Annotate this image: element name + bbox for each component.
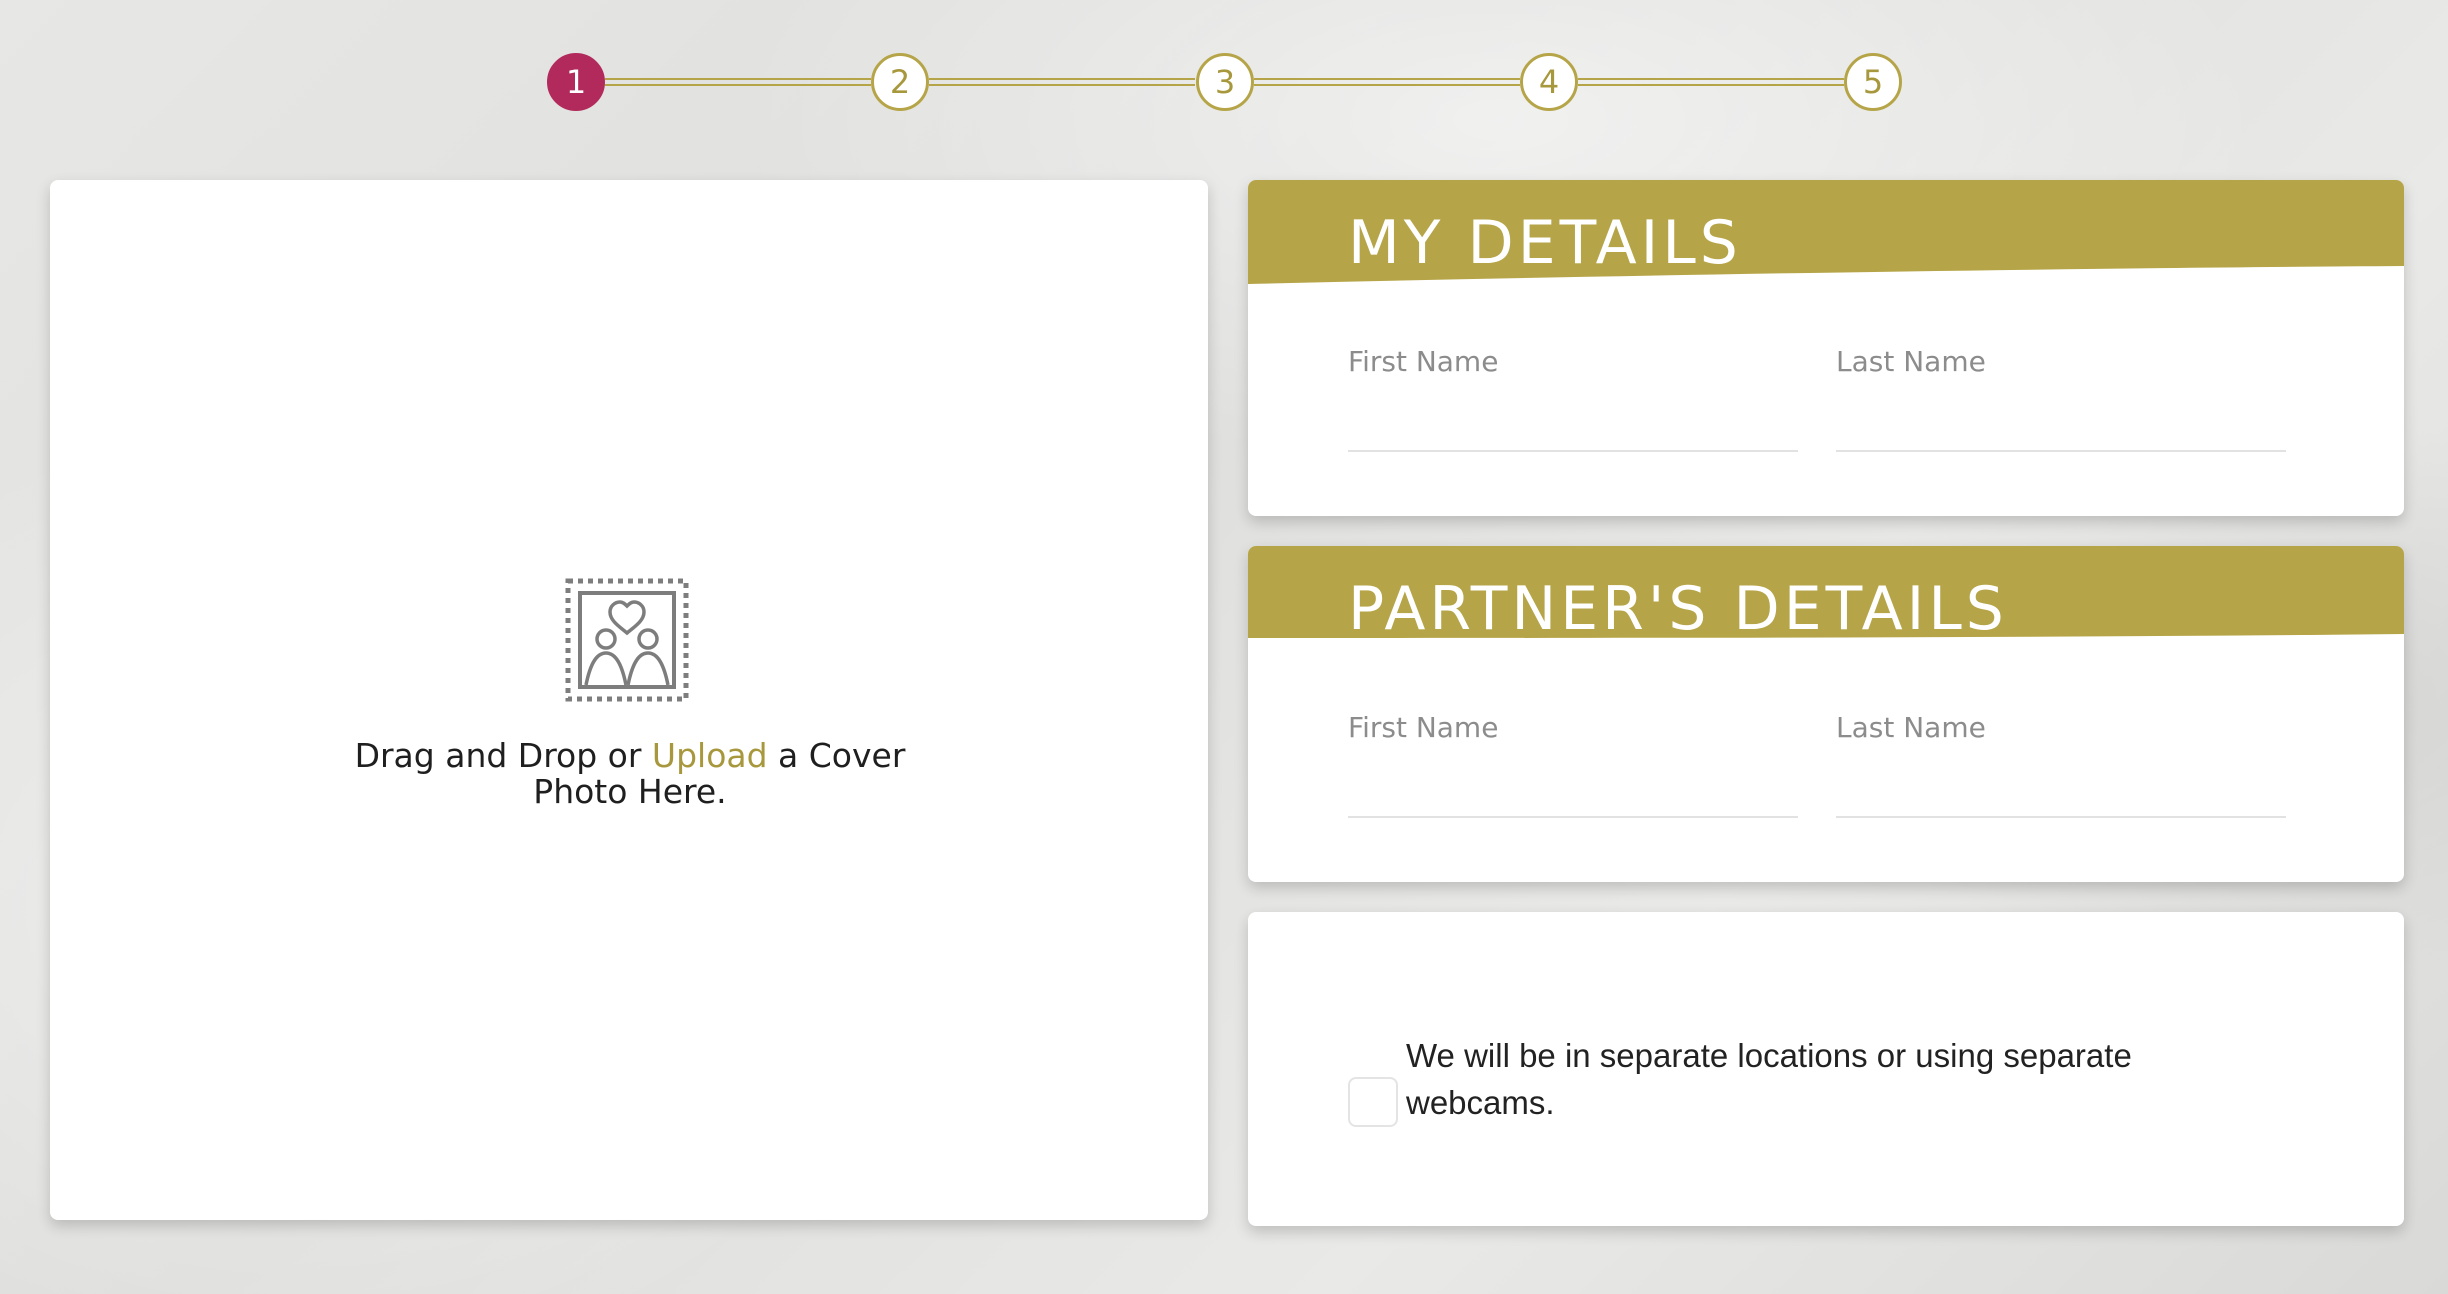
my-first-name-input[interactable] <box>1348 392 1798 452</box>
partner-first-name-field: First Name <box>1348 711 1798 818</box>
partner-details-card: PARTNER'S DETAILS First Name Last Name <box>1248 546 2404 882</box>
my-last-name-field: Last Name <box>1836 345 2286 452</box>
my-details-card: MY DETAILS First Name Last Name <box>1248 180 2404 516</box>
upload-instructions: Drag and Drop or Upload a Cover Photo He… <box>350 738 910 810</box>
step-1[interactable]: 1 <box>547 53 605 111</box>
step-connector <box>1578 78 1844 86</box>
upload-link[interactable]: Upload <box>652 736 768 775</box>
partner-last-name-label: Last Name <box>1836 711 1986 744</box>
partner-first-name-input[interactable] <box>1348 758 1798 818</box>
my-last-name-input[interactable] <box>1836 392 2286 452</box>
partner-first-name-label: First Name <box>1348 711 1499 744</box>
partner-last-name-input[interactable] <box>1836 758 2286 818</box>
cover-photo-dropzone[interactable]: Drag and Drop or Upload a Cover Photo He… <box>50 180 1208 1220</box>
my-details-title: MY DETAILS <box>1348 208 1742 278</box>
step-connector <box>1254 78 1520 86</box>
partner-details-banner: PARTNER'S DETAILS <box>1248 546 2404 656</box>
step-4[interactable]: 4 <box>1520 53 1578 111</box>
my-details-banner: MY DETAILS <box>1248 180 2404 290</box>
separate-locations-label[interactable]: We will be in separate locations or usin… <box>1406 1032 2226 1126</box>
step-connector <box>605 78 871 86</box>
step-connector <box>929 78 1195 86</box>
partner-last-name-field: Last Name <box>1836 711 2286 818</box>
upload-text-prefix: Drag and Drop or <box>354 736 652 775</box>
step-2[interactable]: 2 <box>871 53 929 111</box>
step-3[interactable]: 3 <box>1196 53 1254 111</box>
progress-stepper: 1 2 3 4 5 <box>547 53 1902 113</box>
my-first-name-field: First Name <box>1348 345 1798 452</box>
partner-details-title: PARTNER'S DETAILS <box>1348 574 2008 644</box>
my-last-name-label: Last Name <box>1836 345 1986 378</box>
separate-locations-card: We will be in separate locations or usin… <box>1248 912 2404 1226</box>
step-5[interactable]: 5 <box>1844 53 1902 111</box>
couple-photo-stamp-icon <box>562 575 692 705</box>
separate-locations-checkbox[interactable] <box>1348 1077 1398 1127</box>
my-first-name-label: First Name <box>1348 345 1499 378</box>
